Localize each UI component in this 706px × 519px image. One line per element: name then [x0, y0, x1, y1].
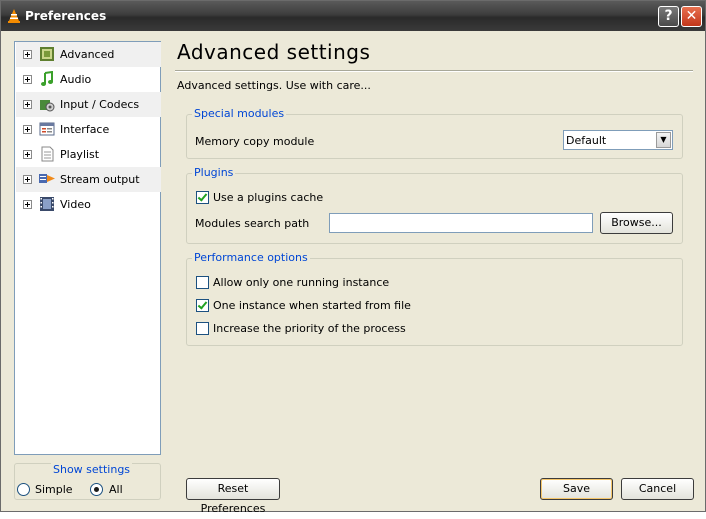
browse-button[interactable]: Browse... — [600, 212, 673, 234]
radio-all-label[interactable]: All — [109, 483, 123, 496]
plugins-title: Plugins — [192, 166, 236, 179]
film-icon — [40, 197, 54, 211]
playlist-icon — [41, 146, 54, 162]
modules-search-path-label: Modules search path — [195, 217, 310, 230]
tree-item-label: Advanced — [60, 48, 115, 61]
use-plugins-cache-label[interactable]: Use a plugins cache — [213, 191, 323, 204]
cancel-button[interactable]: Cancel — [621, 478, 694, 500]
preferences-window: Preferences ? ✕ Advanced Audio Input / C… — [0, 0, 706, 515]
expand-icon[interactable] — [23, 175, 32, 184]
radio-simple[interactable] — [17, 483, 30, 496]
tree-item-interface[interactable]: Interface — [16, 117, 161, 142]
one-instance-from-file-checkbox[interactable] — [196, 299, 209, 312]
vlc-cone-icon — [8, 9, 20, 23]
tree-item-label: Stream output — [60, 173, 140, 186]
special-modules-title: Special modules — [192, 107, 287, 120]
interface-icon — [39, 122, 55, 136]
tree-item-audio[interactable]: Audio — [16, 67, 161, 92]
dialog-content: Advanced Audio Input / Codecs Interface … — [1, 31, 705, 515]
window-title: Preferences — [25, 9, 107, 23]
increase-priority-checkbox[interactable] — [196, 322, 209, 335]
tree-item-label: Audio — [60, 73, 92, 86]
expand-icon[interactable] — [23, 150, 32, 159]
tree-item-label: Input / Codecs — [60, 98, 140, 111]
tree-item-label: Playlist — [60, 148, 100, 161]
tree-item-video[interactable]: Video — [16, 192, 161, 217]
single-instance-checkbox[interactable] — [196, 276, 209, 289]
page-subtitle: Advanced settings. Use with care... — [177, 79, 371, 92]
tree-item-stream-output[interactable]: Stream output — [16, 167, 161, 192]
expand-icon[interactable] — [23, 50, 32, 59]
save-button[interactable]: Save — [540, 478, 613, 500]
chip-icon — [40, 47, 54, 61]
music-note-icon — [41, 71, 53, 86]
one-instance-from-file-label[interactable]: One instance when started from file — [213, 299, 411, 312]
expand-icon[interactable] — [23, 75, 32, 84]
expand-icon[interactable] — [23, 200, 32, 209]
category-tree[interactable]: Advanced Audio Input / Codecs Interface … — [14, 41, 161, 455]
single-instance-label[interactable]: Allow only one running instance — [213, 276, 389, 289]
title-divider-highlight — [175, 71, 693, 72]
memory-copy-value: Default — [566, 134, 607, 147]
tree-item-label: Video — [60, 198, 91, 211]
tree-item-playlist[interactable]: Playlist — [16, 142, 161, 167]
tree-item-advanced[interactable]: Advanced — [16, 42, 161, 67]
modules-search-path-input[interactable] — [329, 213, 593, 233]
performance-options-title: Performance options — [192, 251, 310, 264]
title-bar[interactable]: Preferences ? ✕ — [1, 1, 705, 31]
use-plugins-cache-checkbox[interactable] — [196, 191, 209, 204]
increase-priority-label[interactable]: Increase the priority of the process — [213, 322, 406, 335]
chevron-down-icon[interactable]: ▼ — [656, 132, 671, 148]
radio-all[interactable] — [90, 483, 103, 496]
stream-output-icon — [39, 174, 55, 183]
expand-icon[interactable] — [23, 125, 32, 134]
help-button[interactable]: ? — [658, 6, 679, 27]
page-title: Advanced settings — [177, 40, 371, 64]
radio-simple-label[interactable]: Simple — [35, 483, 73, 496]
tree-item-label: Interface — [60, 123, 110, 136]
close-button[interactable]: ✕ — [681, 6, 702, 27]
input-codecs-icon — [40, 100, 55, 112]
memory-copy-label: Memory copy module — [195, 135, 315, 148]
expand-icon[interactable] — [23, 100, 32, 109]
reset-preferences-button[interactable]: Reset Preferences — [186, 478, 280, 515]
tree-item-input-codecs[interactable]: Input / Codecs — [16, 92, 161, 117]
memory-copy-select[interactable]: Default ▼ — [563, 130, 673, 150]
show-settings-title: Show settings — [51, 463, 133, 476]
